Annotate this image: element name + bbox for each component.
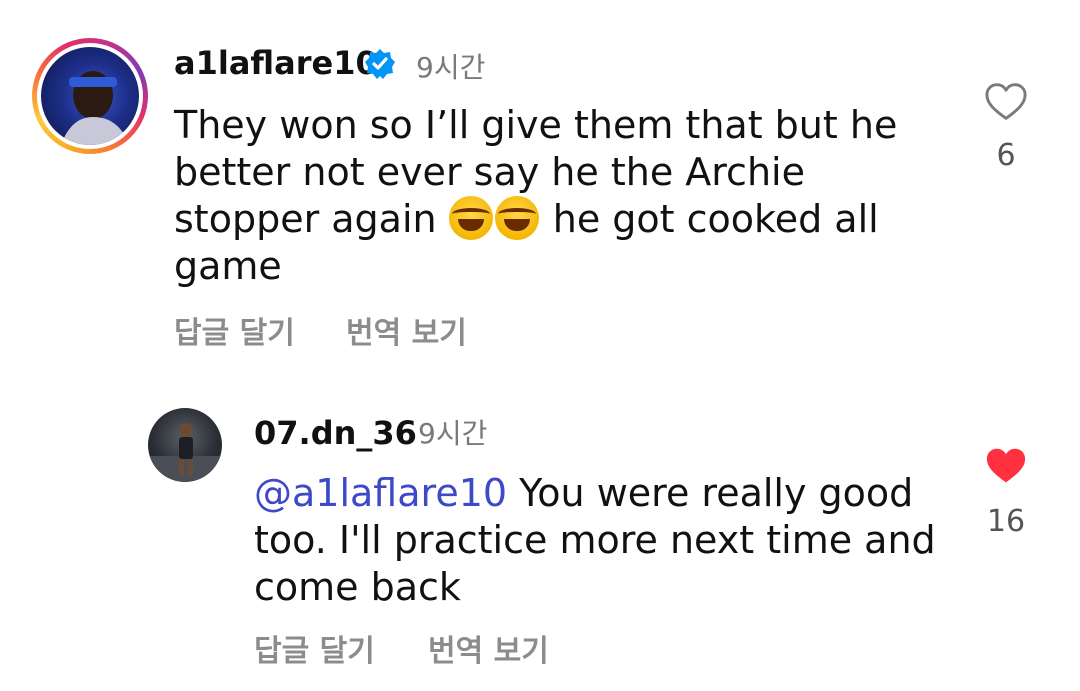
avatar[interactable]	[148, 408, 222, 482]
avatar	[41, 47, 139, 145]
like-heart-icon[interactable]	[984, 82, 1028, 122]
verified-badge-icon	[365, 49, 395, 79]
mention-link[interactable]: @a1laflare10	[254, 471, 507, 515]
comment-timestamp: 9시간	[416, 51, 486, 84]
avatar-silhouette	[148, 423, 222, 482]
like-count: 16	[986, 504, 1026, 539]
comment-timestamp: 9시간	[418, 417, 488, 450]
see-translation-button[interactable]: 번역 보기	[428, 626, 549, 670]
reply-text: @a1laflare10 You were really good too. I…	[254, 470, 954, 611]
avatar-silhouette	[61, 71, 129, 145]
tears-of-joy-emoji-icon	[448, 196, 493, 240]
reply-button[interactable]: 답글 달기	[174, 308, 295, 352]
comment-username[interactable]: 07.dn_36	[254, 414, 417, 452]
like-count: 6	[996, 138, 1016, 173]
comment-text: They won so I’ll give them that but he b…	[174, 102, 934, 290]
comment-username[interactable]: a1laflare10	[174, 44, 378, 82]
see-translation-button[interactable]: 번역 보기	[346, 308, 467, 352]
liked-heart-icon[interactable]	[984, 446, 1028, 486]
tears-of-joy-emoji-icon	[494, 196, 539, 240]
avatar-story-ring[interactable]	[32, 38, 148, 154]
reply-button[interactable]: 답글 달기	[254, 626, 375, 670]
